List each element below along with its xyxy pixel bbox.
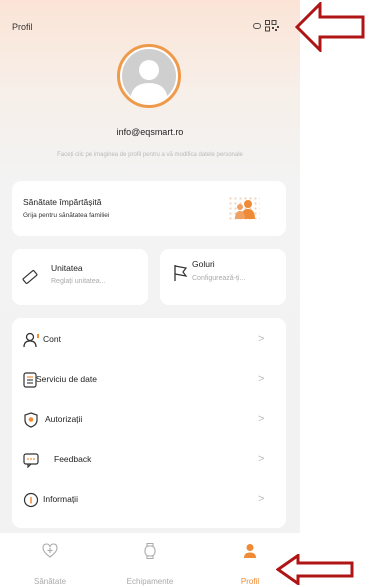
profile-screen: Profil info@eqsmart.ro Faceți clic pe im… [0,0,300,587]
settings-menu: Cont > Serviciu de date > Autorizații > … [12,318,286,528]
watch-icon [144,543,156,564]
family-icon [228,196,260,222]
shared-health-card[interactable]: Sănătate împărtășită Grija pentru sănăta… [12,181,286,236]
menu-label-authorizations: Autorizații [45,414,83,424]
tab-health[interactable]: Sănătate [0,533,100,587]
flag-icon [173,264,189,287]
profile-email: info@eqsmart.ro [116,127,184,137]
menu-label-feedback: Feedback [54,454,92,464]
tab-label-health: Sănătate [33,577,67,586]
qr-scan-icon[interactable] [265,20,279,32]
menu-item-authorizations[interactable]: Autorizații > [12,400,286,440]
menu-item-information[interactable]: Informații > [12,480,286,520]
shared-health-subtitle: Grija pentru sănătatea familiei [23,212,110,219]
header-actions [253,20,279,32]
annotation-arrow-top [294,2,365,52]
menu-label-account: Cont [43,334,61,344]
account-icon [23,332,39,348]
chevron-right-icon: > [258,453,265,465]
info-icon [23,492,39,508]
annotation-arrow-bottom [276,554,354,585]
watch-face-icon[interactable] [253,23,261,29]
menu-item-data-service[interactable]: Serviciu de date > [12,360,286,400]
menu-item-account[interactable]: Cont > [12,320,286,360]
menu-item-feedback[interactable]: Feedback > [12,440,286,480]
chevron-right-icon: > [258,493,265,505]
chevron-right-icon: > [258,413,265,425]
chevron-right-icon: > [258,333,265,345]
shared-health-title: Sănătate împărtășită [23,197,102,207]
page-title: Profil [12,22,33,32]
person-icon [243,543,257,564]
bottom-tab-bar: Sănătate Echipamente Profil [0,533,300,587]
menu-label-data-service: Serviciu de date [36,374,97,384]
chevron-right-icon: > [258,373,265,385]
profile-hint: Faceți clic pe imaginea de profil pentru… [57,152,243,158]
tab-equipment[interactable]: Echipamente [100,533,200,587]
unit-card[interactable]: Unitatea Reglați unitatea... [12,249,148,305]
goals-subtitle: Configurează-ți... [192,275,246,282]
unit-title: Unitatea [51,263,83,273]
ruler-icon [21,268,39,291]
avatar[interactable] [117,44,181,108]
goals-title: Goluri [192,259,215,269]
menu-label-information: Informații [43,494,78,504]
feedback-icon [23,452,39,469]
tab-label-equipment: Echipamente [126,577,174,586]
unit-subtitle: Reglați unitatea... [51,278,106,285]
heart-plus-icon [42,543,58,563]
avatar-placeholder-icon [122,49,176,103]
shield-icon [23,412,39,428]
goals-card[interactable]: Goluri Configurează-ți... [160,249,286,305]
